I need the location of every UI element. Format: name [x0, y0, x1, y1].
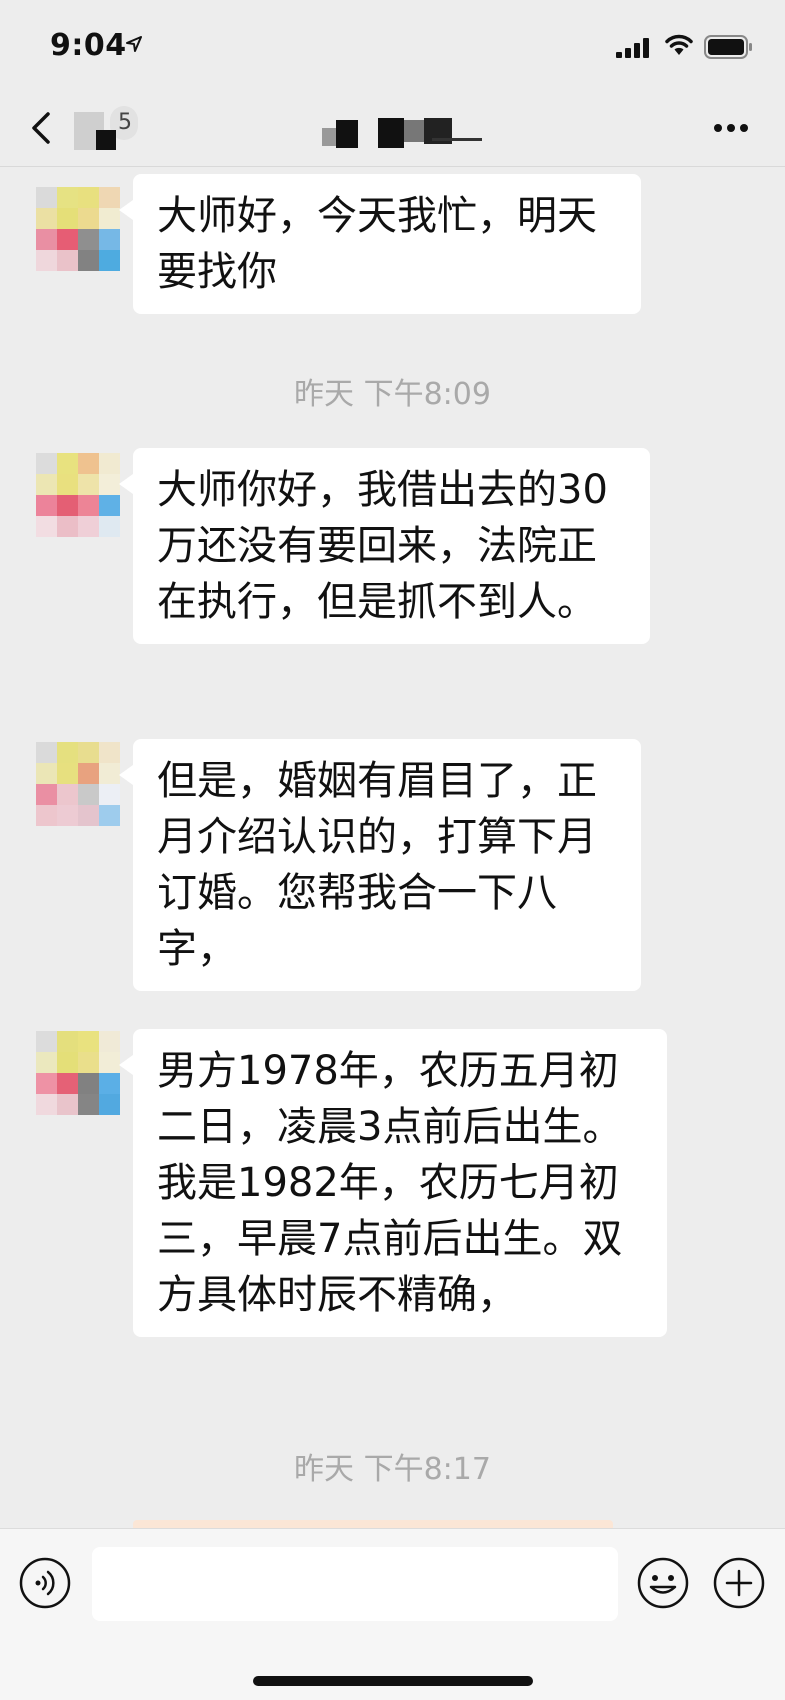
timestamp: 昨天 下午8:17	[294, 1452, 491, 1487]
chevron-left-icon[interactable]	[28, 108, 58, 148]
partially-visible-bubble	[133, 1520, 613, 1528]
status-bar: 9:04	[0, 0, 785, 100]
chat-header: 5	[0, 100, 785, 167]
wifi-icon	[665, 34, 693, 55]
message-bubble[interactable]: 男方1978年，农历五月初二日，凌晨3点前后出生。我是1982年，农历七月初三，…	[119, 1029, 667, 1337]
avatar[interactable]	[36, 453, 120, 537]
ellipsis-icon[interactable]	[712, 122, 750, 134]
message-bubble[interactable]: 但是，婚姻有眉目了，正月介绍认识的，打算下月订婚。您帮我合一下八字，	[119, 739, 641, 991]
cellular-signal-icon	[616, 38, 649, 58]
message-text: 男方1978年，农历五月初二日，凌晨3点前后出生。我是1982年，农历七月初三，…	[157, 1048, 623, 1318]
avatar[interactable]	[36, 187, 120, 271]
message-text: 大师好，今天我忙，明天要找你	[157, 193, 597, 295]
message-input-bar	[0, 1528, 785, 1700]
status-time: 9:04	[50, 28, 127, 63]
message-text: 但是，婚姻有眉目了，正月介绍认识的，打算下月订婚。您帮我合一下八字，	[157, 758, 597, 972]
location-arrow-icon	[126, 36, 142, 52]
timestamp: 昨天 下午8:09	[294, 377, 491, 412]
message-bubble[interactable]: 大师好，今天我忙，明天要找你	[119, 174, 641, 314]
voice-icon[interactable]	[18, 1556, 72, 1610]
message-list[interactable]: 大师好，今天我忙，明天要找你 昨天 下午8:09 大师你好，我借出去的30万还没…	[0, 167, 785, 1527]
chat-title-blurred	[322, 110, 492, 150]
home-indicator[interactable]	[253, 1676, 533, 1686]
unread-count-blurred[interactable]: 5	[74, 106, 138, 150]
unread-count-digit: 5	[118, 110, 132, 135]
message-bubble[interactable]: 大师你好，我借出去的30万还没有要回来，法院正在执行，但是抓不到人。	[119, 448, 650, 644]
emoji-icon[interactable]	[636, 1556, 690, 1610]
avatar[interactable]	[36, 1031, 120, 1115]
avatar[interactable]	[36, 742, 120, 826]
message-input[interactable]	[92, 1547, 618, 1621]
message-text: 大师你好，我借出去的30万还没有要回来，法院正在执行，但是抓不到人。	[157, 467, 608, 625]
plus-icon[interactable]	[712, 1556, 766, 1610]
battery-icon	[704, 35, 752, 59]
